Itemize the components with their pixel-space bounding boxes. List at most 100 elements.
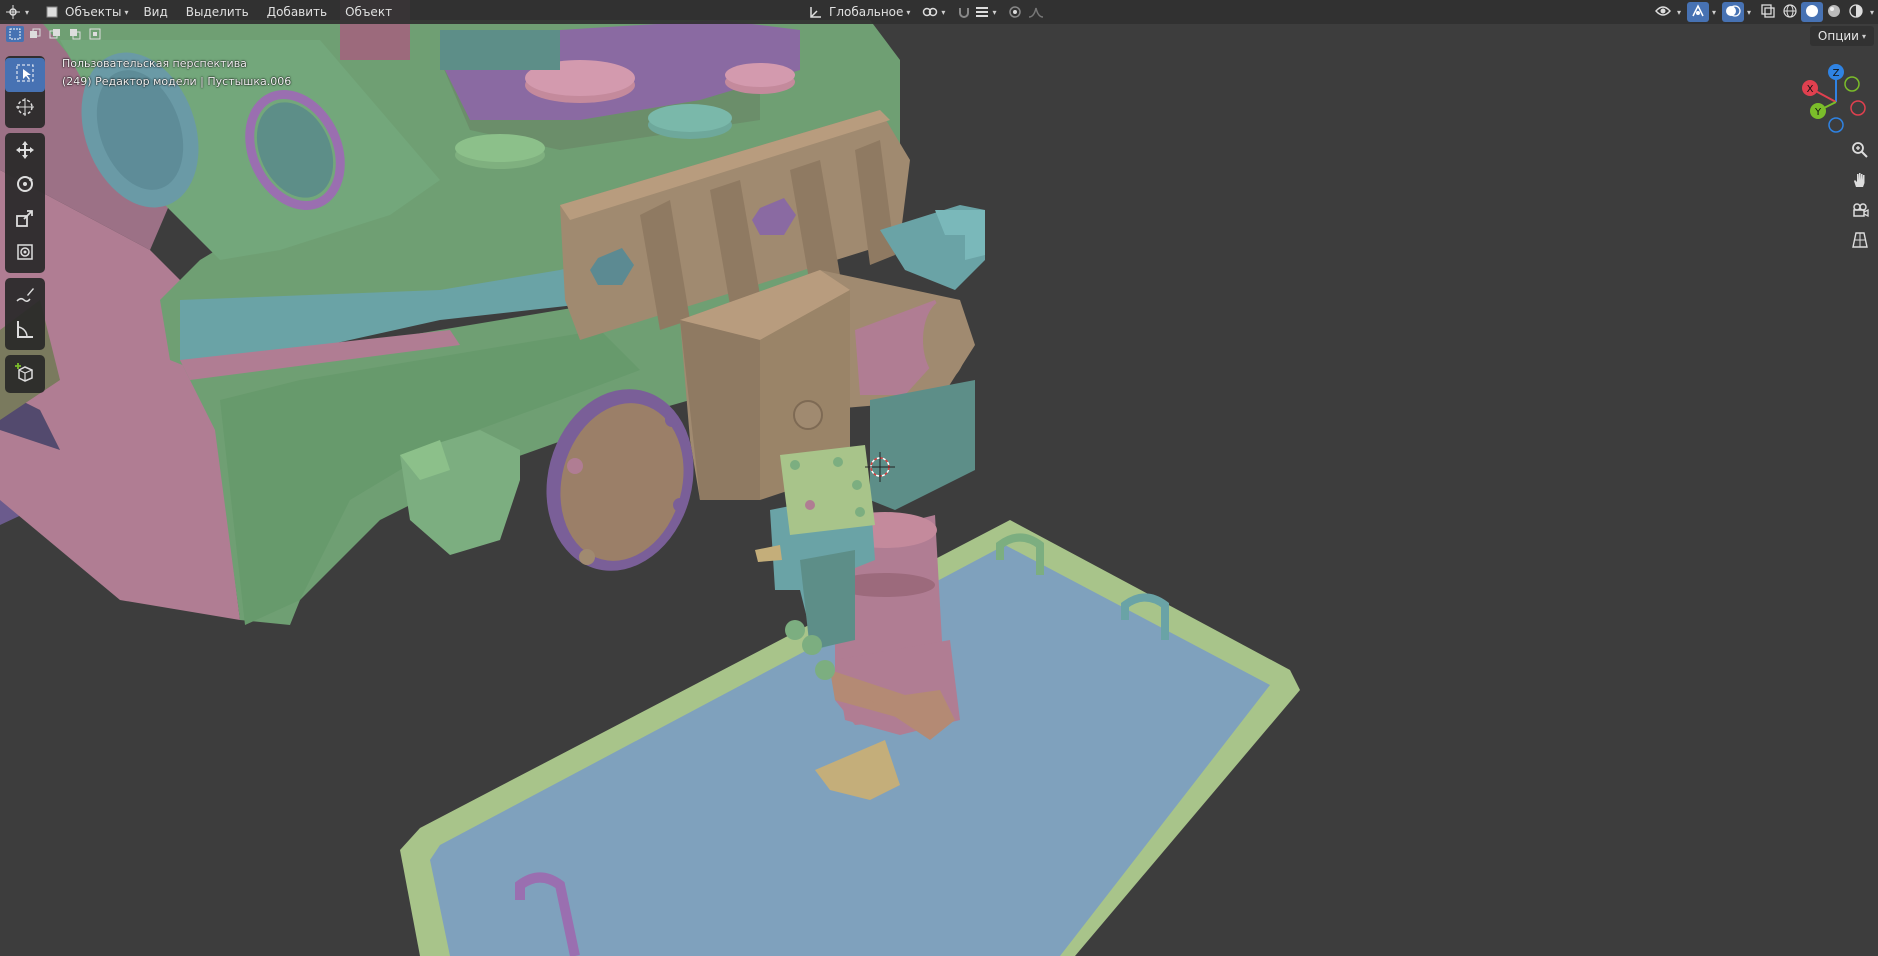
ortho-grid-icon bbox=[1851, 231, 1869, 253]
xray-toggle[interactable] bbox=[1757, 2, 1779, 22]
select-new-button[interactable] bbox=[6, 26, 24, 42]
tool-group-annotate bbox=[5, 278, 45, 350]
pan-hand-icon bbox=[1851, 171, 1869, 193]
shading-rendered[interactable] bbox=[1845, 2, 1867, 22]
tool-scale[interactable] bbox=[5, 203, 45, 237]
proportional-edit-toggle[interactable] bbox=[1002, 2, 1050, 22]
tool-shelf bbox=[5, 56, 45, 398]
select-subtract-icon bbox=[49, 25, 61, 44]
orientation-label: Глобальное bbox=[829, 5, 904, 19]
camera-view-button[interactable] bbox=[1846, 198, 1874, 226]
menu-view[interactable]: Вид bbox=[134, 2, 176, 22]
tool-measure[interactable] bbox=[5, 314, 45, 348]
view-name-text: Пользовательская перспектива bbox=[62, 57, 247, 70]
transform-icon bbox=[15, 242, 35, 266]
navigation-gizmo[interactable]: Z X Y bbox=[1796, 62, 1876, 142]
add-cube-icon bbox=[15, 362, 35, 386]
visibility-toggle[interactable] bbox=[1652, 2, 1674, 22]
camera-view-icon bbox=[1851, 201, 1869, 223]
tool-annotate[interactable] bbox=[5, 280, 45, 314]
tool-move[interactable] bbox=[5, 135, 45, 169]
axis-orientation-icon bbox=[809, 5, 823, 19]
viewport-info-overlay: Пользовательская перспектива (249) Редак… bbox=[62, 55, 291, 91]
rotate-icon bbox=[15, 174, 35, 198]
eye-icon bbox=[1655, 5, 1671, 20]
measure-icon bbox=[15, 319, 35, 343]
gizmo-toggle[interactable] bbox=[1686, 2, 1709, 22]
gizmo-icon bbox=[1691, 3, 1705, 21]
chevron-down-icon: ▾ bbox=[992, 7, 997, 17]
magnet-icon bbox=[957, 5, 971, 19]
shading-wireframe[interactable] bbox=[1779, 2, 1801, 22]
neg-z-axis-handle bbox=[1828, 117, 1844, 133]
pan-button[interactable] bbox=[1846, 168, 1874, 196]
select-invert-button[interactable] bbox=[66, 26, 84, 42]
chevron-down-icon[interactable]: ▾ bbox=[1870, 8, 1874, 17]
pivot-icon bbox=[922, 5, 938, 19]
falloff-icon[interactable] bbox=[1028, 6, 1044, 18]
y-axis-label: Y bbox=[1814, 107, 1822, 118]
3d-viewport[interactable] bbox=[0, 0, 1878, 956]
menu-add[interactable]: Добавить bbox=[258, 2, 336, 22]
mode-label: Объекты bbox=[65, 5, 122, 19]
shading-solid[interactable] bbox=[1800, 2, 1823, 22]
move-icon bbox=[15, 140, 35, 164]
select-intersect-button[interactable] bbox=[86, 26, 104, 42]
orientation-selector[interactable]: Глобальное ▾ bbox=[803, 2, 916, 22]
chevron-down-icon[interactable]: ▾ bbox=[1677, 8, 1681, 17]
3d-viewport-icon bbox=[6, 5, 22, 19]
x-axis-label: X bbox=[1807, 84, 1814, 95]
options-label: Опции bbox=[1817, 29, 1859, 43]
transform-settings: Глобальное ▾ ▾ ▾ bbox=[803, 2, 1050, 22]
chevron-down-icon[interactable]: ▾ bbox=[1747, 8, 1751, 17]
chevron-down-icon: ▾ bbox=[941, 7, 946, 17]
tool-group-transform bbox=[5, 133, 45, 273]
ortho-toggle-button[interactable] bbox=[1846, 228, 1874, 256]
object-info-text: (249) Редактор модели | Пустышка.006 bbox=[62, 75, 292, 88]
object-mode-icon bbox=[45, 5, 59, 19]
tool-add-cube[interactable] bbox=[5, 357, 45, 391]
mode-selector[interactable]: Объекты ▾ bbox=[39, 2, 134, 22]
cursor-icon bbox=[15, 97, 35, 121]
proportional-edit-icon bbox=[1008, 5, 1022, 19]
overlays-toggle[interactable] bbox=[1721, 2, 1744, 22]
select-invert-icon bbox=[69, 25, 81, 44]
viewport-display-settings: ▾ ▾ ▾ ▾ bbox=[1652, 2, 1878, 22]
chevron-down-icon[interactable]: ▾ bbox=[1712, 8, 1716, 17]
snap-toggle[interactable]: ▾ bbox=[951, 2, 1002, 22]
selection-mode-buttons bbox=[6, 26, 104, 42]
chevron-down-icon: ▾ bbox=[124, 7, 129, 17]
annotate-icon bbox=[15, 285, 35, 309]
tool-rotate[interactable] bbox=[5, 169, 45, 203]
rendered-sphere-icon bbox=[1849, 3, 1863, 21]
shading-material[interactable] bbox=[1823, 2, 1845, 22]
select-extend-icon bbox=[29, 25, 41, 44]
options-dropdown[interactable]: Опции ▾ bbox=[1809, 26, 1874, 46]
tool-select-box[interactable] bbox=[5, 58, 45, 92]
menu-select[interactable]: Выделить bbox=[177, 2, 258, 22]
neg-y-axis-handle bbox=[1844, 76, 1860, 92]
solid-sphere-icon bbox=[1805, 4, 1819, 21]
overlays-icon bbox=[1725, 4, 1741, 21]
viewport-header: ▾ Объекты ▾ Вид Выделить Добавить Объект… bbox=[0, 0, 1878, 24]
tool-transform[interactable] bbox=[5, 237, 45, 271]
pivot-point-selector[interactable]: ▾ bbox=[916, 2, 951, 22]
editor-type-selector[interactable]: ▾ bbox=[0, 2, 35, 22]
chevron-down-icon: ▾ bbox=[1861, 31, 1866, 41]
tool-group-add bbox=[5, 355, 45, 393]
z-axis-label: Z bbox=[1833, 68, 1840, 79]
menu-object[interactable]: Объект bbox=[336, 2, 401, 22]
tool-cursor[interactable] bbox=[5, 92, 45, 126]
select-subtract-button[interactable] bbox=[46, 26, 64, 42]
scene-render[interactable] bbox=[0, 0, 1878, 956]
zoom-button[interactable] bbox=[1846, 138, 1874, 166]
chevron-down-icon: ▾ bbox=[906, 7, 911, 17]
tool-group-select bbox=[5, 56, 45, 128]
xray-icon bbox=[1761, 3, 1775, 21]
snap-increment-icon[interactable] bbox=[975, 5, 989, 19]
zoom-icon bbox=[1851, 141, 1869, 163]
select-intersect-icon bbox=[89, 25, 101, 44]
select-extend-button[interactable] bbox=[26, 26, 44, 42]
select-new-icon bbox=[9, 25, 21, 44]
select-box-icon bbox=[15, 63, 35, 87]
